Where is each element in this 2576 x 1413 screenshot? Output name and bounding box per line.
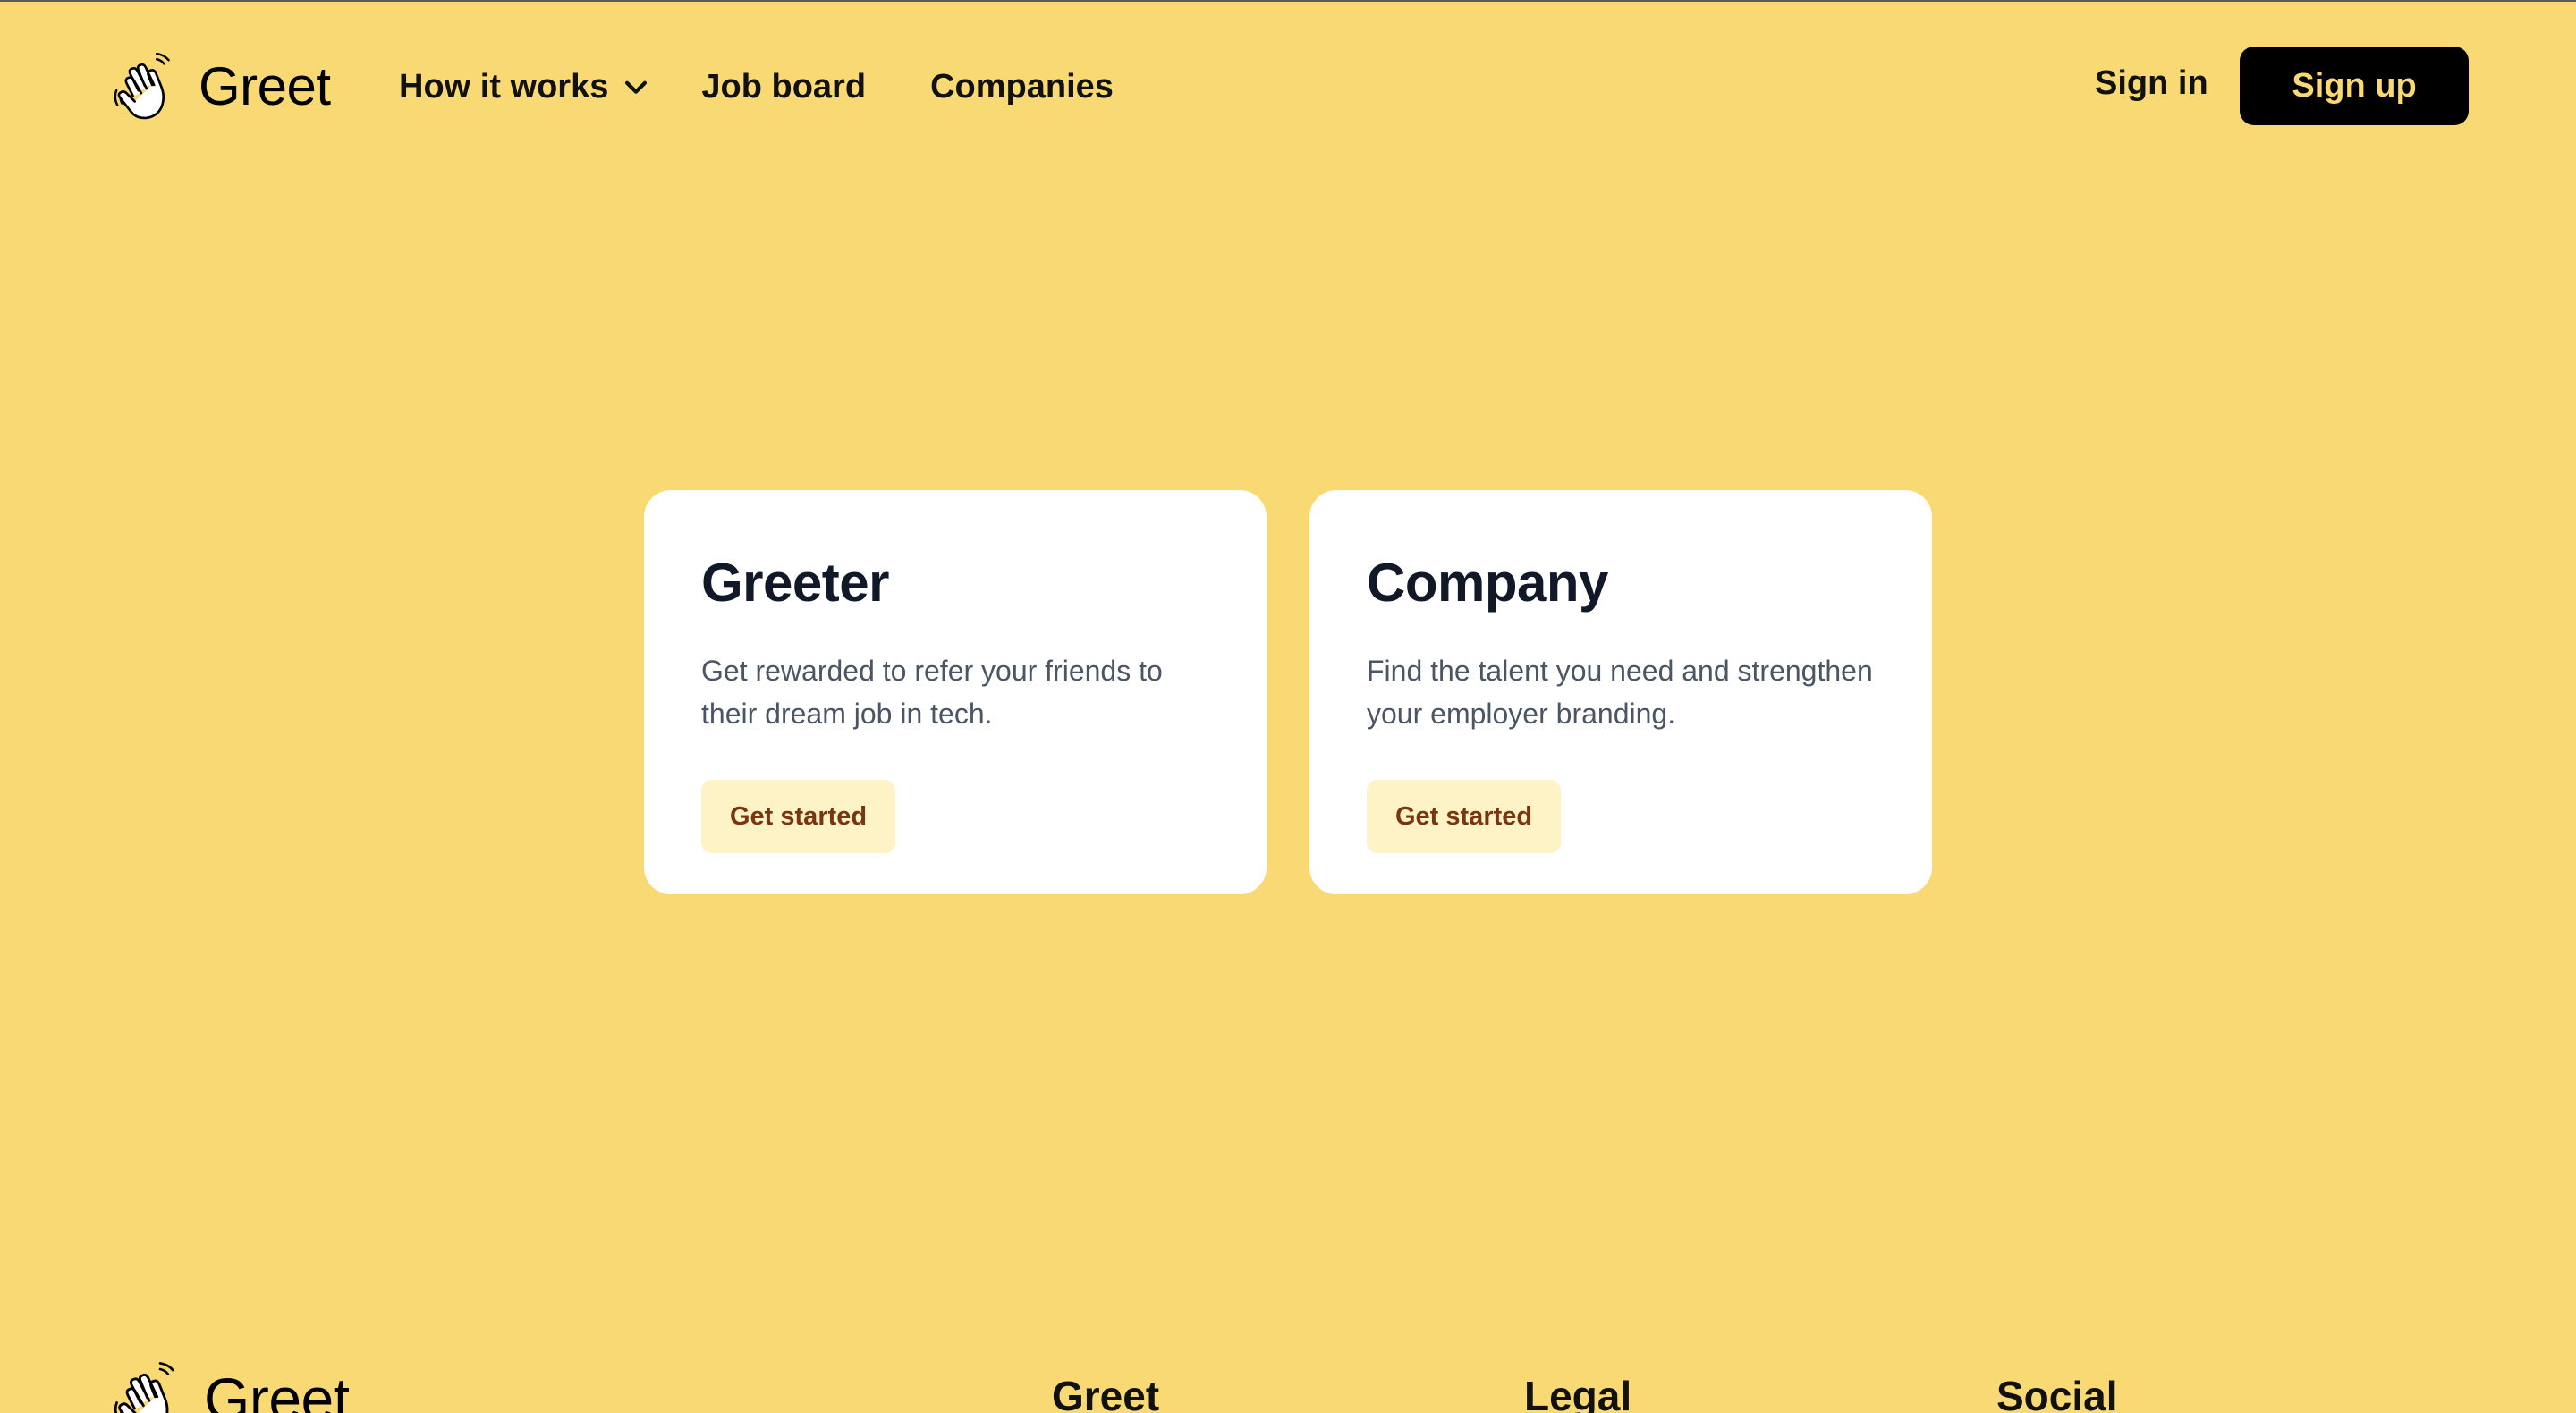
site-footer: Greet Greet Legal Social xyxy=(0,1343,2576,1413)
footer-brand-name: Greet xyxy=(204,1366,350,1413)
card-title: Company xyxy=(1367,553,1608,613)
main-nav: How it works Job board Companies xyxy=(399,70,1114,104)
waving-hand-icon xyxy=(114,52,170,120)
footer-logo-link[interactable]: Greet xyxy=(111,1359,350,1413)
nav-how-it-works-label: How it works xyxy=(399,68,609,106)
site-header: Greet How it works Job board Companies S… xyxy=(0,2,2576,172)
logo-link[interactable]: Greet xyxy=(111,50,331,123)
nav-job-board[interactable]: Job board xyxy=(701,70,866,104)
greeter-get-started-button[interactable]: Get started xyxy=(701,780,896,853)
nav-how-it-works[interactable]: How it works xyxy=(399,70,651,104)
company-card: Company Find the talent you need and str… xyxy=(1309,490,1932,894)
sign-up-button[interactable]: Sign up xyxy=(2240,47,2469,125)
brand-name: Greet xyxy=(199,56,331,116)
footer-heading-legal: Legal xyxy=(1524,1373,1632,1413)
card-description: Find the talent you need and strengthen … xyxy=(1367,655,1873,730)
nav-companies[interactable]: Companies xyxy=(930,70,1114,104)
card-description: Get rewarded to refer your friends to th… xyxy=(701,655,1163,730)
waving-hand-icon xyxy=(114,1362,174,1413)
sign-in-link[interactable]: Sign in xyxy=(2095,66,2208,100)
footer-heading-greet: Greet xyxy=(1052,1373,1160,1413)
chevron-down-icon xyxy=(625,80,648,94)
company-get-started-button[interactable]: Get started xyxy=(1367,780,1562,853)
footer-heading-social: Social xyxy=(1996,1373,2118,1413)
card-title: Greeter xyxy=(701,553,889,613)
greeter-card: Greeter Get rewarded to refer your frien… xyxy=(644,490,1267,894)
